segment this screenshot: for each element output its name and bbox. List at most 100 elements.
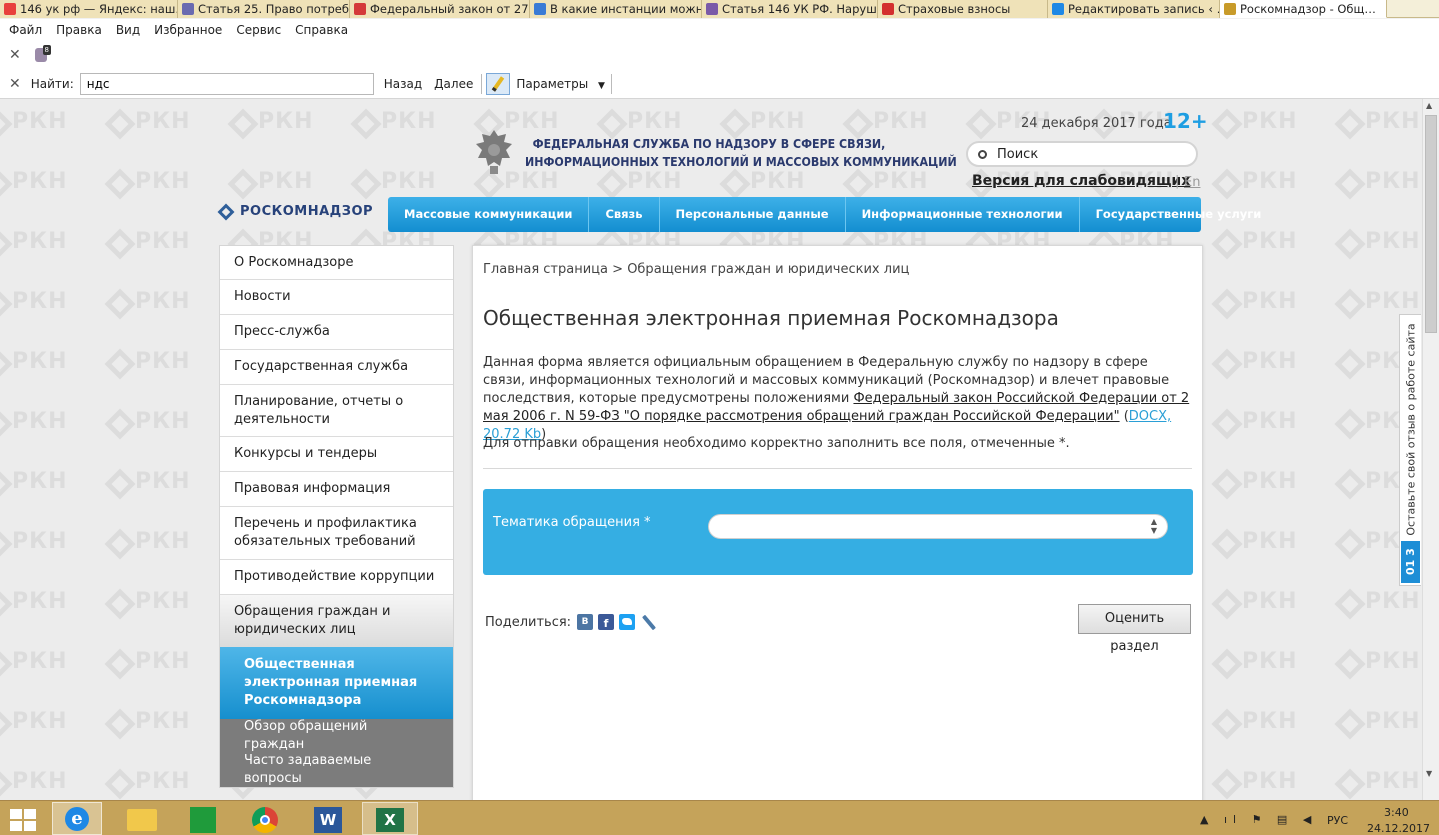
feedback-badge: 01 3 bbox=[1401, 541, 1420, 583]
sidebar-item-label: Противодействие коррупции bbox=[234, 569, 435, 584]
emblem-icon bbox=[1224, 2, 1236, 15]
watermark-diamond-icon bbox=[1211, 708, 1243, 740]
watermark-mark: РКН bbox=[12, 529, 68, 554]
chrome-taskbar-icon[interactable] bbox=[252, 807, 278, 833]
watermark-diamond-icon bbox=[965, 108, 997, 140]
menu-item[interactable]: Правка bbox=[56, 23, 102, 37]
web-page: РКН РКН РКН РКН РКН РКН РКН РКН РКН РКН РКН РКН РКН Р… bbox=[0, 99, 1422, 800]
watermark-diamond-icon bbox=[104, 228, 136, 260]
watermark-mark: РКН bbox=[12, 169, 68, 194]
watermark-mark: РКН bbox=[135, 469, 191, 494]
find-close-icon[interactable]: ✕ bbox=[9, 76, 21, 92]
feedback-tab[interactable]: Оставьте свой отзыв о работе сайта 01 3 bbox=[1399, 314, 1421, 586]
menu-item[interactable]: Сервис bbox=[236, 23, 281, 37]
close-toolbar-icon[interactable]: ✕ bbox=[9, 47, 21, 63]
twitter-icon[interactable] bbox=[619, 614, 636, 630]
clock-date[interactable]: 24.12.2017 bbox=[1367, 822, 1430, 835]
sidebar-subitem[interactable]: Общественная электронная приемная Роском… bbox=[220, 647, 453, 719]
watermark-diamond-icon bbox=[1334, 168, 1366, 200]
sidebar-item[interactable]: Противодействие коррупции bbox=[220, 560, 453, 595]
nav-item[interactable]: Государственные услуги bbox=[1080, 197, 1278, 232]
nav-item[interactable]: Массовые коммуникации bbox=[388, 197, 590, 232]
facebook-icon[interactable]: f bbox=[598, 614, 615, 630]
divider bbox=[483, 468, 1192, 469]
site-search[interactable]: Поиск bbox=[966, 141, 1198, 167]
browser-tab[interactable]: Статья 25. Право потреб… bbox=[178, 0, 350, 18]
store-taskbar-icon[interactable] bbox=[190, 807, 216, 833]
menu-item[interactable]: Файл bbox=[9, 23, 42, 37]
watermark-mark: РКН bbox=[1365, 649, 1421, 674]
addon-icon[interactable]: 8 bbox=[34, 45, 51, 62]
menu-item[interactable]: Избранное bbox=[154, 23, 222, 37]
find-bar: ✕ Найти: Назад Далее Параметры ▼ bbox=[0, 69, 1439, 99]
menu-item[interactable]: Вид bbox=[116, 23, 140, 37]
windows-start-icon[interactable] bbox=[10, 809, 36, 831]
explorer-taskbar-icon[interactable] bbox=[127, 809, 157, 831]
sidebar-item[interactable]: О Роскомнадзоре bbox=[220, 246, 453, 280]
watermark-mark: РКН bbox=[12, 649, 68, 674]
site-logo[interactable]: РОСКОМНАДЗОР bbox=[217, 203, 373, 220]
sidebar-subitem[interactable]: Обзор обращений граждан bbox=[220, 719, 453, 753]
browser-tab[interactable]: Редактировать запись ‹ … bbox=[1048, 0, 1220, 18]
sidebar-item[interactable]: Перечень и профилактика обязательных тре… bbox=[220, 507, 453, 560]
english-link[interactable]: En bbox=[1184, 175, 1200, 190]
watermark-mark: РКН bbox=[135, 769, 191, 794]
ie-taskbar-icon[interactable]: e bbox=[52, 802, 102, 835]
sidebar-item-label: Конкурсы и тендеры bbox=[234, 446, 378, 461]
accessible-version-link[interactable]: Версия для слабовидящих bbox=[972, 173, 1190, 189]
watermark-mark: РКН bbox=[135, 409, 191, 434]
watermark-diamond-icon bbox=[104, 348, 136, 380]
browser-tab[interactable]: Статья 146 УК РФ. Наруш… bbox=[702, 0, 878, 18]
browser-tab[interactable]: Федеральный закон от 27… bbox=[350, 0, 530, 18]
watermark-mark: РКН bbox=[1365, 589, 1421, 614]
scroll-down-icon[interactable]: ▼ bbox=[1426, 769, 1432, 778]
sidebar-item[interactable]: Конкурсы и тендеры bbox=[220, 437, 453, 472]
tray-icons[interactable]: ▲ ıl ⚑ ▤ ◀ bbox=[1200, 813, 1317, 826]
page-scrollbar[interactable]: ▲ ▼ bbox=[1422, 99, 1439, 800]
highlight-button[interactable] bbox=[486, 72, 511, 95]
sidebar-item-label: Государственная служба bbox=[234, 359, 409, 374]
sidebar-item[interactable]: Планирование, отчеты о деятельности bbox=[220, 385, 453, 437]
topic-select[interactable]: ▲ ▼ bbox=[708, 514, 1168, 539]
find-input[interactable] bbox=[79, 72, 374, 95]
watermark-mark: РКН bbox=[12, 589, 68, 614]
breadcrumb-current[interactable]: Обращения граждан и юридических лиц bbox=[627, 262, 909, 277]
browser-tab[interactable]: Роскомнадзор - Общ… bbox=[1220, 0, 1387, 18]
menu-item[interactable]: Справка bbox=[295, 23, 348, 37]
watermark-diamond-icon bbox=[0, 108, 13, 140]
breadcrumb-home[interactable]: Главная страница bbox=[483, 262, 608, 277]
browser-tab[interactable]: Страховые взносы bbox=[878, 0, 1048, 18]
feedback-label: Оставьте свой отзыв о работе сайта bbox=[1404, 323, 1418, 536]
nav-item[interactable]: Связь bbox=[589, 197, 660, 232]
browser-tab[interactable]: В какие инстанции можн… bbox=[530, 0, 702, 18]
watermark-diamond-icon bbox=[0, 648, 13, 680]
language-indicator[interactable]: РУС bbox=[1327, 814, 1348, 827]
sidebar-item[interactable]: Правовая информация bbox=[220, 472, 453, 507]
sidebar-subitem[interactable]: Часто задаваемые вопросы bbox=[220, 753, 453, 787]
watermark-mark: РКН bbox=[1242, 289, 1298, 314]
rate-section-button[interactable]: Оценить раздел bbox=[1078, 604, 1191, 654]
nav-item[interactable]: Персональные данные bbox=[660, 197, 846, 232]
find-next-button[interactable]: Далее bbox=[434, 77, 473, 91]
livejournal-icon[interactable] bbox=[640, 614, 657, 631]
watermark-mark: РКН bbox=[1242, 169, 1298, 194]
watermark-diamond-icon bbox=[1211, 588, 1243, 620]
clock-time[interactable]: 3:40 bbox=[1384, 806, 1409, 819]
sidebar-item[interactable]: Новости bbox=[220, 280, 453, 315]
nav-item[interactable]: Информационные технологии bbox=[846, 197, 1080, 232]
browser-tab[interactable]: 146 ук рф — Яндекс: наш… bbox=[0, 0, 178, 18]
params-button[interactable]: Параметры ▼ bbox=[516, 77, 605, 91]
word-taskbar-icon[interactable]: W bbox=[314, 807, 342, 833]
watermark-diamond-icon bbox=[1334, 228, 1366, 260]
watermark-diamond-icon bbox=[1334, 348, 1366, 380]
sidebar-item[interactable]: Обращения граждан и юридических лиц bbox=[220, 595, 453, 647]
excel-taskbar-icon[interactable]: X bbox=[362, 802, 418, 835]
find-back-button[interactable]: Назад bbox=[384, 77, 422, 91]
scroll-thumb[interactable] bbox=[1425, 115, 1437, 333]
vk-icon[interactable]: В bbox=[577, 614, 594, 630]
age-rating: 12+ bbox=[1163, 109, 1208, 133]
sidebar-item[interactable]: Пресс-служба bbox=[220, 315, 453, 350]
watermark-diamond-icon bbox=[1211, 348, 1243, 380]
sidebar-item[interactable]: Государственная служба bbox=[220, 350, 453, 385]
scroll-up-icon[interactable]: ▲ bbox=[1426, 101, 1432, 110]
